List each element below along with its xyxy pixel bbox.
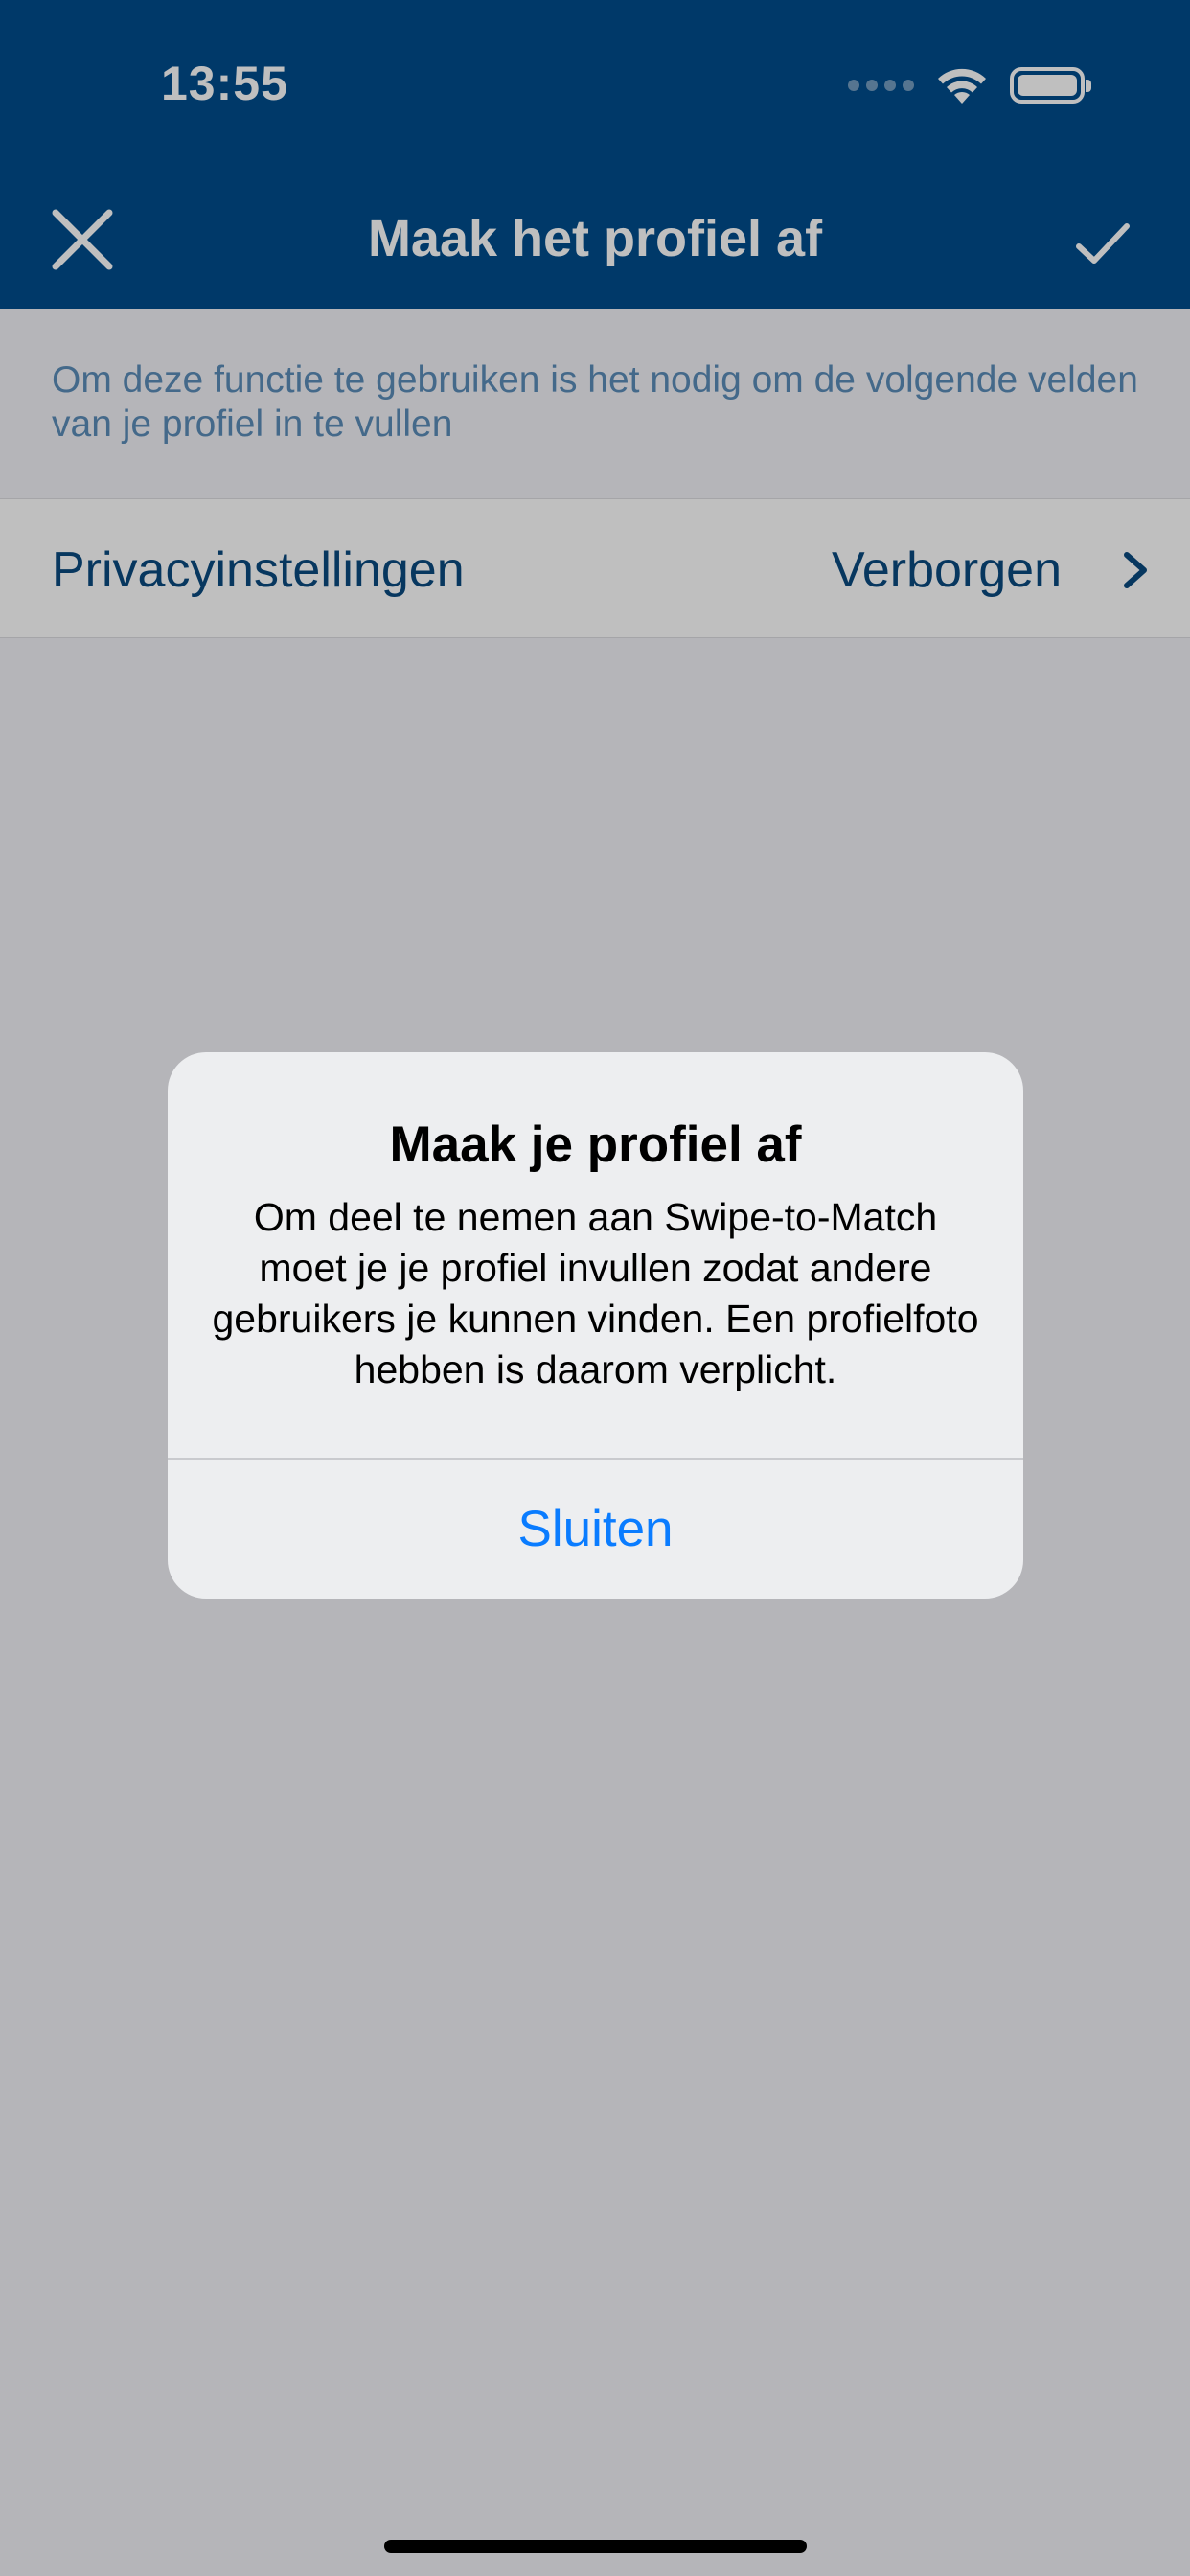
alert-message: Om deel te nemen aan Swipe-to-Match moet… bbox=[212, 1195, 979, 1392]
close-alert-button[interactable]: Sluiten bbox=[168, 1460, 1023, 1598]
home-indicator[interactable] bbox=[384, 2540, 807, 2553]
screen: 13:55 Maak het profiel af Om deze functi… bbox=[0, 0, 1190, 2576]
alert-title: Maak je profiel af bbox=[389, 1116, 802, 1173]
complete-profile-alert: Maak je profiel af Om deel te nemen aan … bbox=[168, 1052, 1023, 1598]
